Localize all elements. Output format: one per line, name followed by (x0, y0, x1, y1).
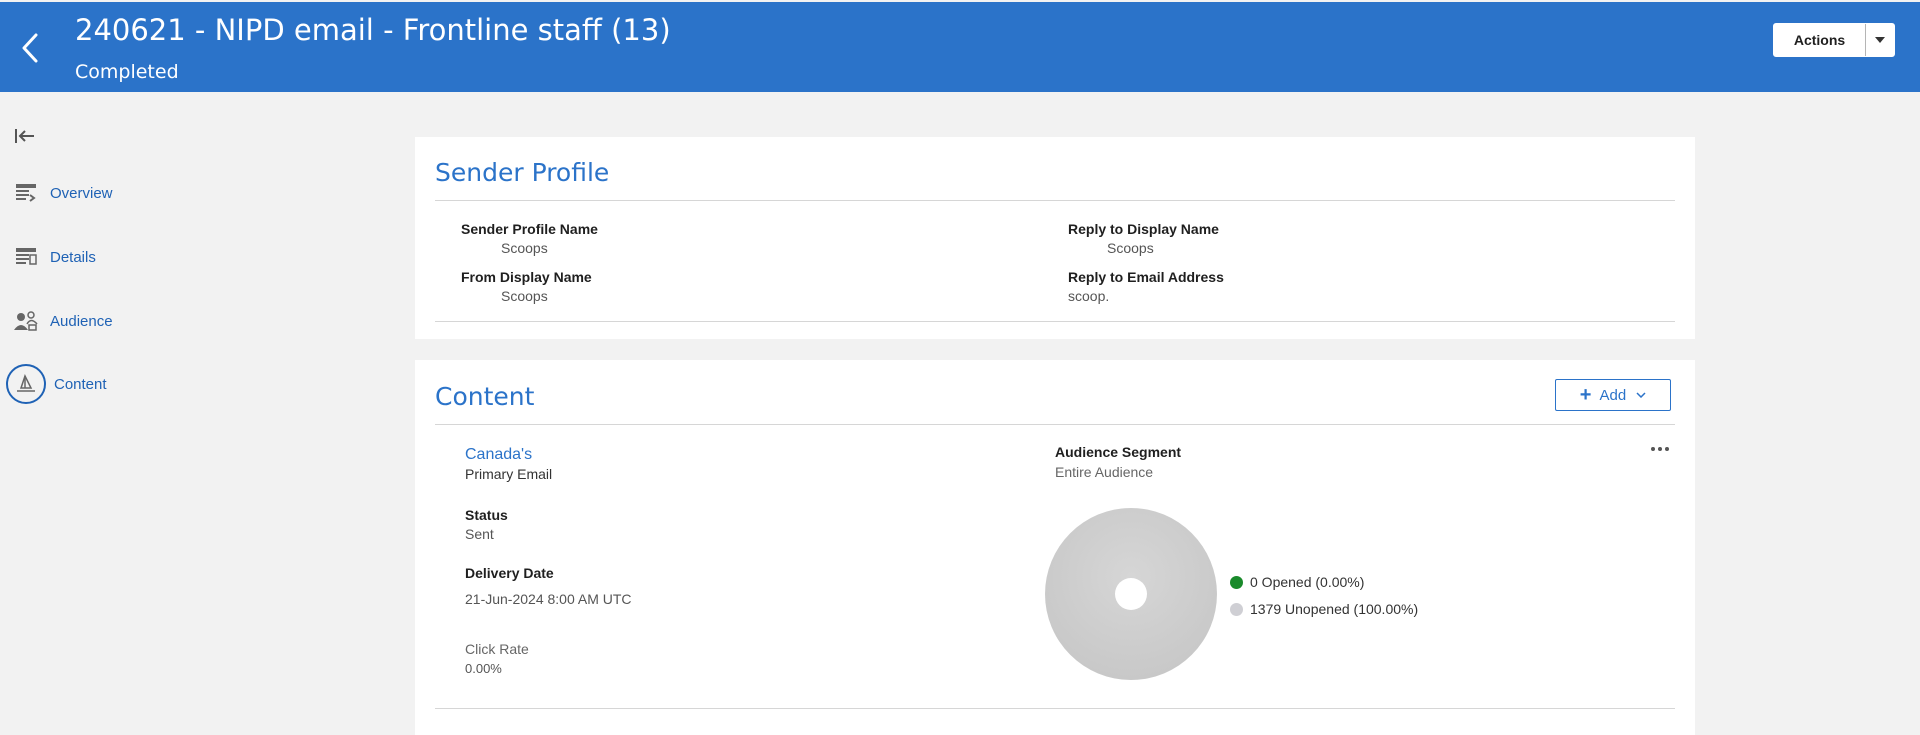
open-rate-donut-chart (1045, 508, 1217, 680)
legend-dot-unopened (1230, 602, 1243, 616)
from-display-name-value: Scoops (501, 288, 548, 304)
click-rate-label: Click Rate (465, 641, 529, 657)
content-card: Content + Add Canada's Primary Email Sta… (415, 360, 1695, 735)
click-rate-value: 0.00% (465, 661, 502, 676)
from-display-name-label: From Display Name (461, 269, 592, 285)
sender-profile-card: Sender Profile Sender Profile Name Scoop… (415, 137, 1695, 339)
divider (435, 708, 1675, 709)
sidebar-item-label: Details (50, 248, 96, 266)
add-button-label: Add (1599, 386, 1627, 404)
sidebar-item-label: Overview (50, 184, 113, 202)
actions-button[interactable]: Actions (1774, 24, 1865, 56)
status-label: Status (465, 507, 508, 523)
reply-to-display-name-value: Scoops (1107, 240, 1154, 256)
page-title: 240621 - NIPD email - Frontline staff (1… (75, 13, 671, 47)
reply-to-email-label: Reply to Email Address (1068, 269, 1224, 285)
status-value: Sent (465, 526, 494, 542)
sidebar-item-content[interactable]: Content (6, 364, 107, 404)
page-header: 240621 - NIPD email - Frontline staff (1… (0, 2, 1920, 92)
chevron-down-icon (1636, 392, 1646, 398)
sidebar-item-details[interactable]: Details (12, 237, 96, 277)
reply-to-email-value: scoop. (1068, 288, 1110, 304)
divider (435, 321, 1675, 322)
plus-icon: + (1579, 384, 1592, 406)
actions-dropdown-button[interactable] (1865, 24, 1894, 56)
collapse-sidebar-icon[interactable] (14, 127, 36, 145)
donut-hole (1115, 578, 1147, 610)
divider (435, 424, 1675, 425)
legend-item-opened: 0 Opened (0.00%) (1230, 574, 1364, 590)
sidebar-item-label: Content (54, 375, 107, 393)
audience-segment-value: Entire Audience (1055, 464, 1154, 480)
delivery-date-label: Delivery Date (465, 565, 554, 581)
sidebar-item-overview[interactable]: Overview (12, 173, 113, 213)
more-options-icon[interactable] (1648, 442, 1672, 456)
content-title: Content (435, 382, 535, 411)
email-name-link[interactable]: Canada's (465, 446, 532, 464)
content-icon (6, 364, 46, 404)
sidebar-item-label: Audience (50, 312, 113, 330)
overview-icon (12, 181, 40, 205)
audience-segment-label: Audience Segment (1055, 444, 1182, 460)
audience-icon (12, 309, 40, 333)
divider (435, 200, 1675, 201)
add-content-button[interactable]: + Add (1555, 379, 1671, 411)
sender-profile-name-label: Sender Profile Name (461, 221, 598, 237)
reply-to-display-name-label: Reply to Display Name (1068, 221, 1219, 237)
sidebar-item-audience[interactable]: Audience (12, 301, 113, 341)
email-type: Primary Email (465, 466, 553, 482)
caret-down-icon (1875, 37, 1885, 43)
sender-profile-name-value: Scoops (501, 240, 548, 256)
legend-dot-opened (1230, 575, 1243, 589)
legend-label-opened: 0 Opened (0.00%) (1250, 574, 1365, 590)
delivery-date-value: 21-Jun-2024 8:00 AM UTC (465, 591, 632, 607)
status-text: Completed (75, 61, 179, 83)
actions-menu: Actions (1773, 23, 1895, 57)
details-icon (12, 245, 40, 269)
chevron-left-icon (22, 33, 38, 63)
legend-item-unopened: 1379 Unopened (100.00%) (1230, 601, 1418, 617)
legend-label-unopened: 1379 Unopened (100.00%) (1250, 601, 1419, 617)
back-button[interactable] (14, 28, 46, 68)
sender-profile-title: Sender Profile (435, 158, 610, 187)
